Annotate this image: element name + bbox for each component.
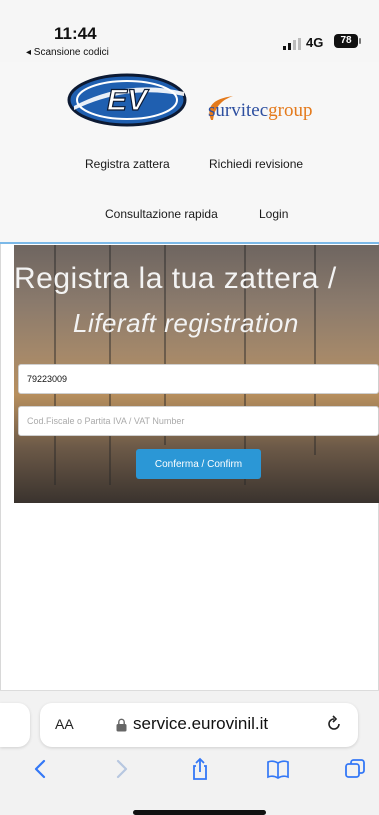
share-icon[interactable]: [188, 757, 212, 781]
lock-icon: [116, 718, 127, 732]
text-size-button[interactable]: AA: [55, 716, 74, 732]
brand-part1: survitec: [208, 100, 269, 121]
site-header: EV survitecgroup Registra zattera Richie…: [0, 62, 379, 244]
ev-logo-text: EV: [107, 84, 150, 117]
hero-title: Registra la tua zattera /: [14, 262, 337, 295]
back-to-app-link[interactable]: ◂ Scansione codici: [26, 47, 109, 58]
signal-icon: [283, 38, 301, 50]
confirm-button[interactable]: Conferma / Confirm: [136, 449, 261, 479]
vat-number-input[interactable]: [18, 406, 379, 436]
nav-login[interactable]: Login: [259, 207, 288, 221]
serial-number-input[interactable]: [18, 364, 379, 394]
back-icon[interactable]: [29, 757, 53, 781]
address-bar[interactable]: AA service.eurovinil.it: [40, 703, 358, 747]
url-text[interactable]: service.eurovinil.it: [133, 714, 268, 734]
status-bar: 11:44 ◂ Scansione codici 4G 78: [0, 0, 379, 62]
hero-subtitle: Liferaft registration: [73, 308, 299, 338]
previous-tab-preview[interactable]: [0, 703, 30, 747]
header-divider: [0, 242, 379, 244]
home-indicator[interactable]: [133, 810, 266, 815]
nav-request-revision[interactable]: Richiedi revisione: [209, 157, 303, 171]
ev-logo[interactable]: EV: [66, 72, 188, 128]
status-time: 11:44: [54, 24, 97, 43]
survitec-logo[interactable]: survitecgroup: [208, 100, 312, 122]
battery-level: 78: [340, 35, 352, 46]
brand-part2: group: [268, 100, 313, 121]
browser-toolbar: AA service.eurovinil.it: [0, 690, 379, 815]
nav-quick-lookup[interactable]: Consultazione rapida: [105, 207, 218, 221]
tabs-icon[interactable]: [343, 757, 367, 781]
nav-register-raft[interactable]: Registra zattera: [85, 157, 170, 171]
battery-icon: 78: [334, 34, 361, 48]
bookmarks-icon[interactable]: [266, 757, 290, 781]
hero-banner: Registra la tua zattera / Liferaft regis…: [14, 245, 379, 503]
forward-icon[interactable]: [109, 757, 133, 781]
reload-icon[interactable]: [324, 714, 344, 734]
network-type: 4G: [306, 35, 324, 50]
